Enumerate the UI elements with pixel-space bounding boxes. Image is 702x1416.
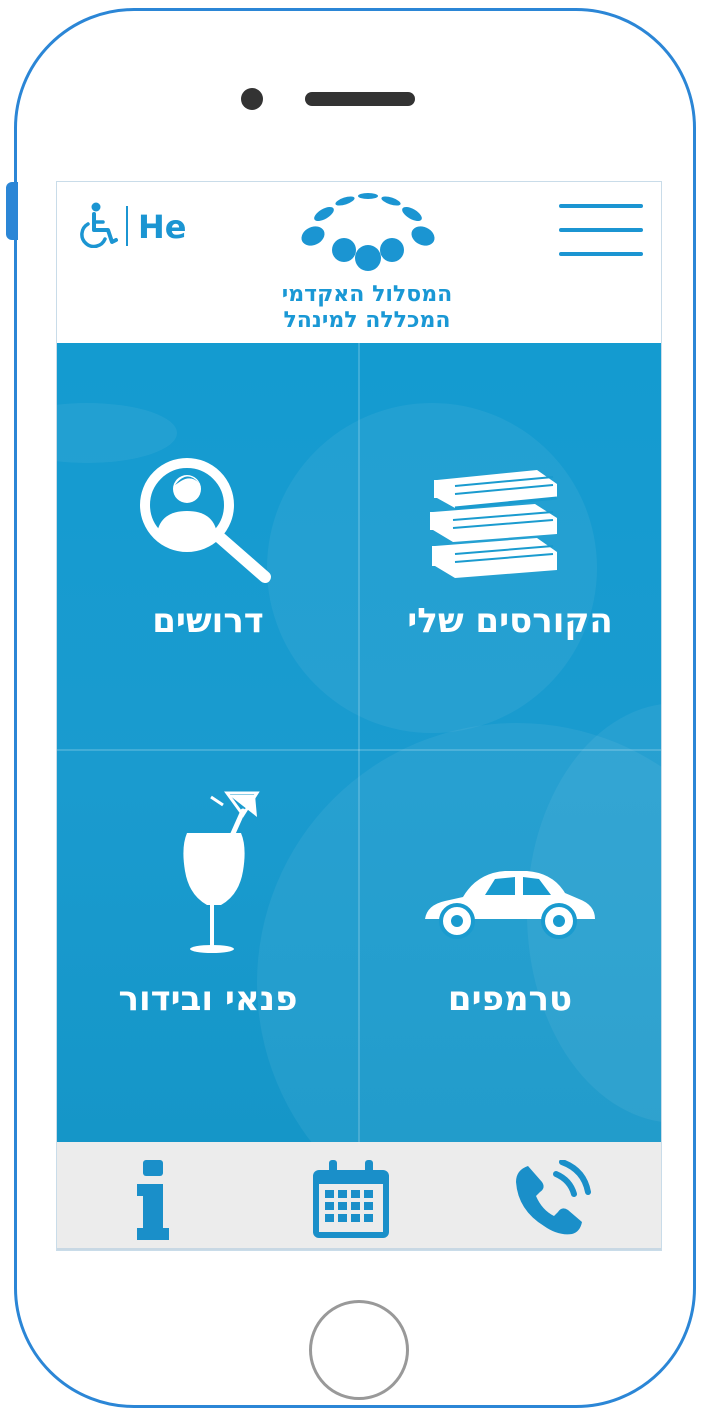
- header-separator: [126, 206, 128, 246]
- tile-label: הקורסים שלי: [407, 601, 613, 641]
- home-button[interactable]: [309, 1300, 409, 1400]
- car-icon: [425, 871, 595, 939]
- wheelchair-icon[interactable]: [79, 202, 119, 248]
- calendar-icon: [313, 1160, 389, 1238]
- tile-label: טרמפים: [447, 979, 573, 1019]
- tile-label: דרושים: [152, 601, 264, 641]
- tile-rides[interactable]: טרמפים: [359, 751, 661, 1157]
- school-name-line1: המסלול האקדמי: [281, 282, 453, 307]
- language-toggle[interactable]: He: [138, 208, 186, 246]
- phone-icon: [516, 1160, 591, 1235]
- school-name: המסלול האקדמי המכללה למינהל: [232, 282, 502, 334]
- phone-camera: [241, 88, 263, 110]
- tile-leisure[interactable]: פנאי ובידור: [57, 751, 359, 1157]
- phone-speaker: [305, 92, 415, 106]
- tile-my-courses[interactable]: הקורסים שלי: [359, 343, 661, 749]
- bottom-nav-info[interactable]: [57, 1142, 258, 1250]
- books-icon: [430, 470, 558, 578]
- app-header: He המסלול האקדמי המכללה למינהל: [57, 182, 661, 343]
- app-screen: He המסלול האקדמי המכללה למינהל הקורסים ש…: [56, 181, 662, 1251]
- school-name-line2: המכללה למינהל: [283, 308, 451, 333]
- bottom-nav: [57, 1142, 661, 1250]
- main-grid: הקורסים שלי דרושים טרמפים פנאי ובידור: [57, 343, 661, 1243]
- bottom-nav-calendar[interactable]: [259, 1142, 460, 1250]
- school-logo: [301, 193, 435, 271]
- tile-jobs[interactable]: דרושים: [57, 343, 359, 749]
- person-search-icon: [140, 458, 271, 583]
- phone-side-button: [6, 182, 18, 240]
- tile-label: פנאי ובידור: [118, 979, 298, 1019]
- cocktail-icon: [183, 791, 260, 953]
- bottom-nav-phone[interactable]: [460, 1142, 661, 1250]
- info-icon: [137, 1160, 169, 1240]
- hamburger-menu-icon[interactable]: [559, 202, 643, 258]
- bottom-divider: [57, 1248, 661, 1250]
